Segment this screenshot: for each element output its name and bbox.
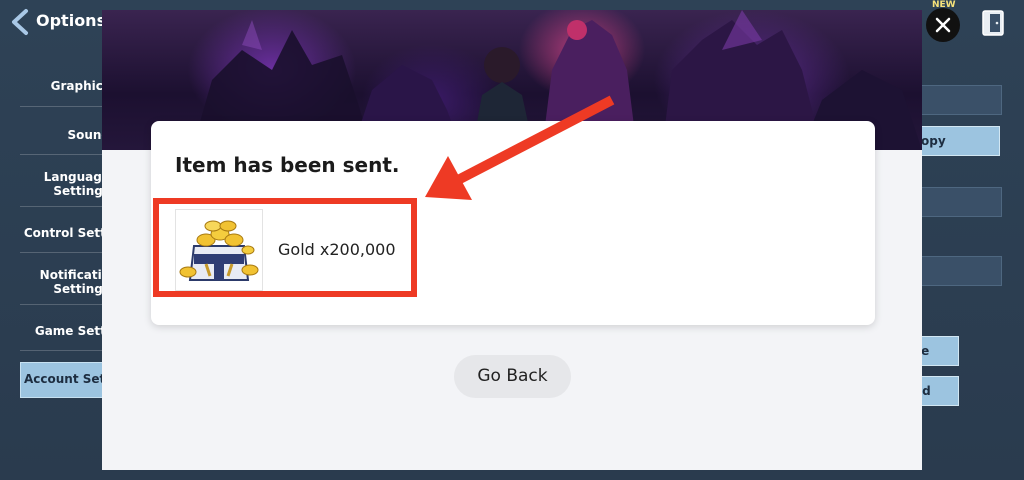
divider (20, 350, 110, 351)
divider (20, 106, 110, 107)
sidebar-item-label: Account Sett (24, 372, 112, 386)
divider (20, 206, 110, 207)
sidebar-item-control-settings[interactable]: Control Setti (20, 226, 110, 240)
sidebar-item-notification-settings[interactable]: Notificatio Settings (20, 268, 110, 296)
close-icon (935, 17, 951, 33)
go-back-button[interactable]: Go Back (454, 355, 571, 398)
sidebar-item-language-settings[interactable]: Language Settings (20, 170, 110, 198)
sidebar-item-label: Notificatio Settings (39, 268, 110, 296)
divider (20, 304, 110, 305)
divider (20, 154, 110, 155)
text-field[interactable] (920, 85, 1002, 115)
highlight-annotation-box (153, 198, 417, 297)
page-title: Options (36, 11, 107, 30)
copy-button[interactable]: opy (912, 126, 1000, 156)
divider (20, 252, 110, 253)
back-chevron-icon[interactable] (8, 8, 32, 36)
text-field[interactable] (920, 187, 1002, 217)
dialog-title: Item has been sent. (175, 153, 400, 177)
text-field[interactable] (920, 256, 1002, 286)
sidebar-item-game-settings[interactable]: Game Setti (20, 324, 110, 338)
sidebar-item-sound[interactable]: Sound (20, 128, 110, 142)
sidebar-item-graphics[interactable]: Graphics (20, 79, 110, 93)
sidebar-item-label: Language Settings (43, 170, 110, 198)
sidebar-item-label: Game Setti (34, 324, 110, 338)
close-button[interactable] (926, 8, 960, 42)
exit-door-icon[interactable] (980, 8, 1008, 38)
sidebar-item-label: Control Setti (23, 226, 110, 240)
